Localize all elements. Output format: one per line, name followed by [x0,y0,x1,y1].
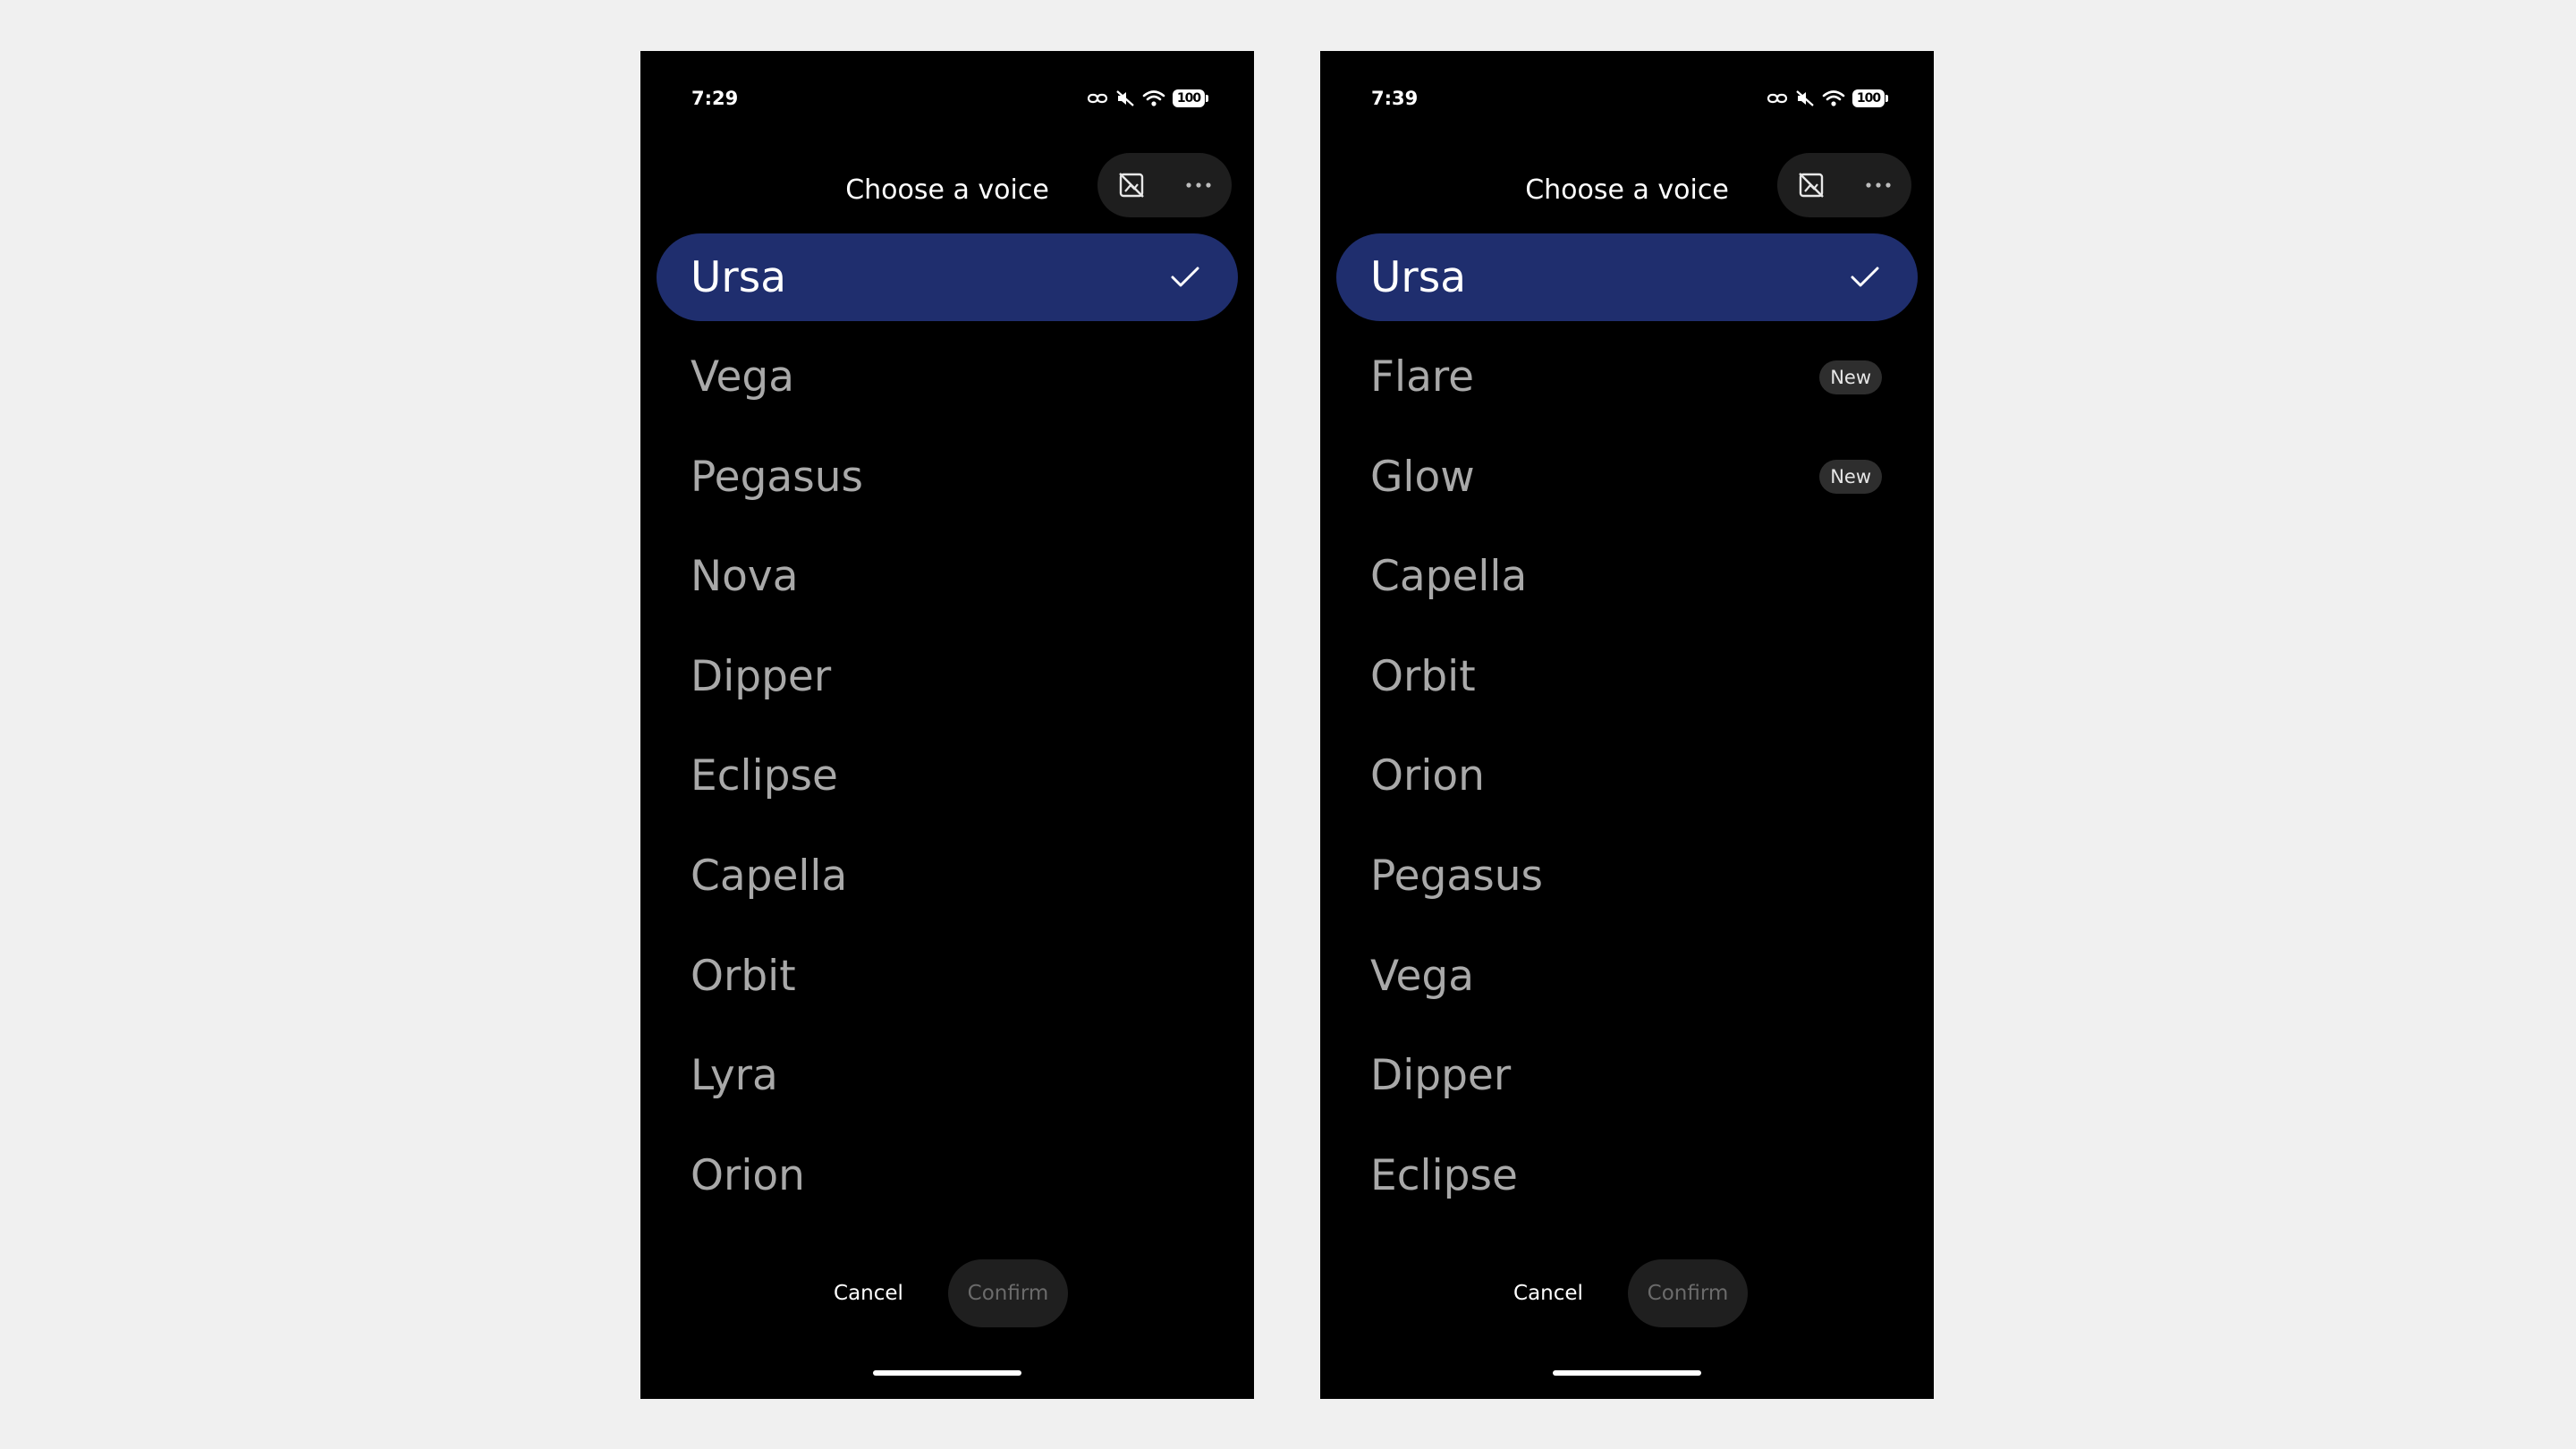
header-actions [1097,153,1232,217]
voice-list: Ursa Flare New Glow New Capella Orbit Orion Pega… [1336,233,1918,1232]
voice-option[interactable]: Orion [657,1131,1238,1219]
voice-option[interactable]: Capella [657,833,1238,920]
voice-option[interactable]: Vega [657,334,1238,421]
home-indicator[interactable] [873,1370,1021,1376]
mute-icon [1115,89,1135,108]
voice-option[interactable]: Orion [1336,733,1918,820]
status-icons: 100 [1759,85,1888,112]
voice-option[interactable]: Lyra [657,1032,1238,1120]
more-horizontal-icon [1865,182,1891,188]
voice-option[interactable]: Capella [1336,533,1918,621]
status-icons: 100 [1080,85,1208,112]
battery-level: 100 [1852,89,1888,107]
dialog-footer: Cancel Confirm [1320,1259,1934,1327]
more-horizontal-icon [1185,182,1211,188]
voice-option[interactable]: Nova [657,533,1238,621]
battery-level: 100 [1173,89,1208,107]
voice-name: Orion [1370,751,1485,801]
cancel-button[interactable]: Cancel [1510,1259,1587,1327]
voice-option[interactable]: Ursa [1336,233,1918,321]
new-badge: New [1819,460,1882,495]
voice-list: Ursa Vega Pegasus Nova Dipper Eclipse Capella O… [657,233,1238,1232]
voice-name: Flare [1370,352,1475,402]
voice-option[interactable]: Dipper [657,632,1238,720]
voice-option[interactable]: Dipper [1336,1032,1918,1120]
more-options-button[interactable] [1165,153,1232,217]
check-icon [1848,260,1882,294]
voice-option[interactable]: Vega [1336,932,1918,1020]
voice-name: Nova [691,552,799,602]
battery-icon: 100 [1852,89,1888,107]
link-icon [1087,92,1108,105]
header-actions [1777,153,1911,217]
screen-share-off-icon [1798,173,1824,198]
voice-name: Lyra [691,1051,778,1101]
screen-share-off-button[interactable] [1777,153,1844,217]
voice-name: Pegasus [691,452,863,502]
voice-name: Dipper [1370,1051,1512,1101]
voice-name: Orion [691,1150,805,1200]
voice-name: Dipper [691,651,832,701]
more-options-button[interactable] [1844,153,1911,217]
voice-option[interactable]: Orbit [1336,632,1918,720]
voice-option[interactable]: Glow New [1336,433,1918,521]
voice-name: Orbit [691,951,796,1001]
voice-name: Ursa [1370,252,1467,302]
screen-share-off-button[interactable] [1097,153,1165,217]
home-indicator[interactable] [1553,1370,1701,1376]
voice-name: Capella [1370,552,1528,602]
phone-screen-left: 7:29 100 Choose a voice Ursa Vega Pegasu… [640,51,1254,1399]
voice-option[interactable]: Orbit [657,932,1238,1020]
confirm-button[interactable]: Confirm [948,1259,1068,1327]
voice-name: Capella [691,852,848,902]
voice-name: Orbit [1370,651,1476,701]
phone-screen-right: 7:39 100 Choose a voice Ursa Flare New G… [1320,51,1934,1399]
voice-option[interactable]: Pegasus [657,433,1238,521]
voice-name: Eclipse [691,751,838,801]
voice-name: Vega [691,352,795,402]
battery-icon: 100 [1173,89,1208,107]
voice-name: Glow [1370,452,1475,502]
voice-name: Eclipse [1370,1150,1518,1200]
voice-option[interactable]: Eclipse [657,733,1238,820]
voice-name: Ursa [691,252,787,302]
voice-option[interactable]: Ursa [657,233,1238,321]
check-icon [1168,260,1202,294]
voice-option[interactable]: Eclipse [1336,1131,1918,1219]
cancel-button[interactable]: Cancel [830,1259,907,1327]
voice-option[interactable]: Flare New [1336,334,1918,421]
wifi-icon [1822,89,1845,108]
screen-share-off-icon [1118,173,1144,198]
new-badge: New [1819,360,1882,394]
status-time: 7:29 [691,88,739,109]
confirm-button[interactable]: Confirm [1628,1259,1748,1327]
link-icon [1767,92,1788,105]
voice-name: Pegasus [1370,852,1543,902]
status-time: 7:39 [1371,88,1419,109]
dialog-footer: Cancel Confirm [640,1259,1254,1327]
voice-option[interactable]: Pegasus [1336,833,1918,920]
wifi-icon [1142,89,1165,108]
voice-name: Vega [1370,951,1475,1001]
mute-icon [1795,89,1815,108]
